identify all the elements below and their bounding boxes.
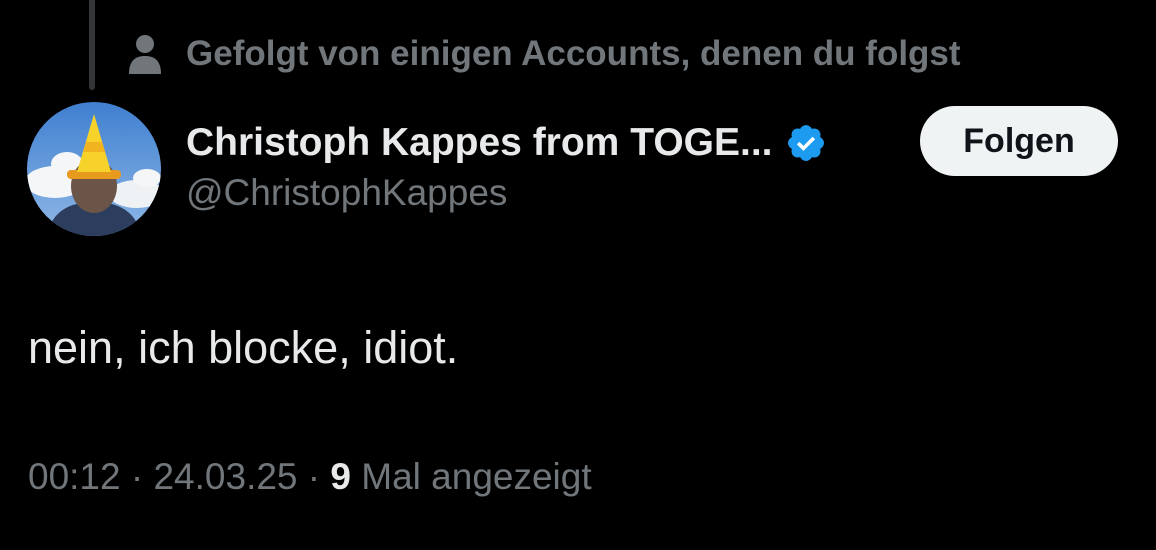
verified-badge-icon xyxy=(785,122,827,164)
follow-button[interactable]: Folgen xyxy=(920,106,1118,176)
tweet-meta: 00:12 · 24.03.25 · 9 Mal angezeigt xyxy=(28,456,592,498)
views-count: 9 xyxy=(330,456,351,497)
views-label: Mal angezeigt xyxy=(361,456,592,497)
thread-connector-line xyxy=(89,0,95,90)
tweet-text: nein, ich blocke, idiot. xyxy=(28,322,459,373)
author-handle[interactable]: @ChristophKappes xyxy=(186,172,507,214)
meta-separator: · xyxy=(307,456,321,497)
social-context-text: Gefolgt von einigen Accounts, denen du f… xyxy=(186,34,961,73)
author-name-row: Christoph Kappes from TOGE... xyxy=(186,114,827,172)
social-context: Gefolgt von einigen Accounts, denen du f… xyxy=(128,30,961,78)
avatar[interactable] xyxy=(27,102,161,236)
author-display-name[interactable]: Christoph Kappes from TOGE... xyxy=(186,121,773,165)
tweet-date[interactable]: 24.03.25 xyxy=(153,456,297,497)
tweet-time[interactable]: 00:12 xyxy=(28,456,121,497)
meta-separator: · xyxy=(130,456,144,497)
person-icon xyxy=(128,34,162,74)
